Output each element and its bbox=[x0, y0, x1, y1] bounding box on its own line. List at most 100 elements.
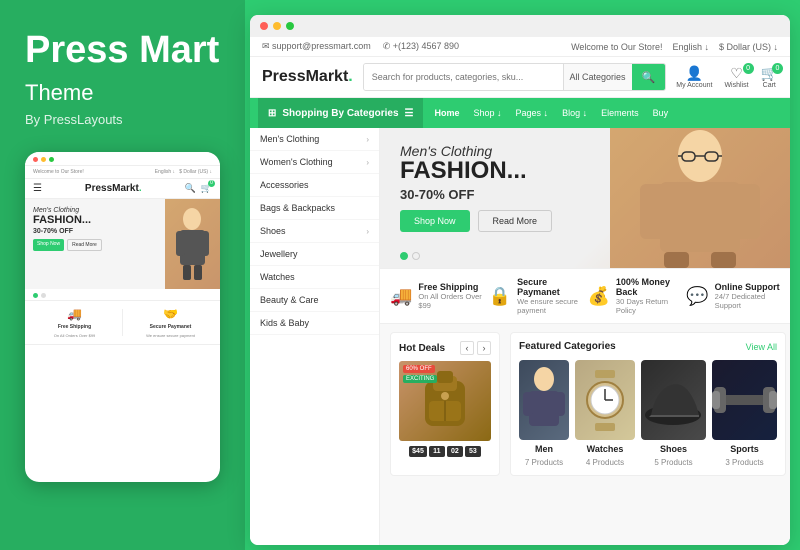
sidebar: Men's Clothing › Women's Clothing › Acce… bbox=[250, 128, 380, 545]
mobile-lang: English ↓ $ Dollar (US) ↓ bbox=[155, 169, 212, 175]
mobile-header: ☰ PressMarkt. 🔍 🛒0 bbox=[25, 179, 220, 199]
cart-action[interactable]: 🛒 0 Cart bbox=[761, 65, 778, 89]
mobile-hero-image bbox=[165, 199, 220, 289]
view-all-link[interactable]: View All bbox=[746, 342, 777, 352]
titlebar-dot-red bbox=[260, 22, 268, 30]
cat-shoes[interactable]: Shoes 5 Products bbox=[641, 360, 706, 467]
feature-moneyback-title: 100% Money Back bbox=[616, 277, 681, 297]
cat-shoes-name: Shoes bbox=[660, 444, 687, 454]
cart-label: Cart bbox=[763, 82, 776, 89]
mobile-radio-inactive bbox=[41, 293, 46, 298]
nav-blog[interactable]: Blog ↓ bbox=[556, 108, 593, 118]
sidebar-label: Jewellery bbox=[260, 249, 298, 259]
mobile-search-icon[interactable]: 🔍 bbox=[185, 183, 196, 194]
feature-shipping-sub: On All Orders Over $99 bbox=[418, 292, 483, 310]
feature-payment: 🔒 Secure Paymanet We ensure secure payme… bbox=[489, 277, 583, 315]
shop-now-button[interactable]: Shop Now bbox=[400, 210, 470, 232]
mobile-hero-italic: Men's Clothing bbox=[33, 207, 102, 214]
cat-sports[interactable]: Sports 3 Products bbox=[712, 360, 777, 467]
mobile-payment-title: Secure Paymanet bbox=[150, 324, 192, 330]
currency-select[interactable]: $ Dollar (US) ↓ bbox=[719, 42, 778, 52]
wishlist-action[interactable]: ♡ 0 Wishlist bbox=[724, 65, 748, 89]
hero-radio-dot-2 bbox=[412, 252, 420, 260]
hot-deals-nav: ‹ › bbox=[460, 341, 491, 355]
cat-men-image bbox=[519, 360, 569, 440]
mobile-cart-icon[interactable]: 🛒0 bbox=[201, 183, 212, 194]
titlebar-dot-green bbox=[286, 22, 294, 30]
sidebar-label: Kids & Baby bbox=[260, 318, 309, 328]
nav-links: Home Shop ↓ Pages ↓ Blog ↓ Elements Buy bbox=[423, 108, 679, 118]
sidebar-item-womens-clothing[interactable]: Women's Clothing › bbox=[250, 151, 379, 174]
categories-label: Shopping By Categories bbox=[282, 108, 398, 119]
mobile-titlebar bbox=[25, 152, 220, 166]
sidebar-label: Accessories bbox=[260, 180, 309, 190]
top-info-right: Welcome to Our Store! English ↓ $ Dollar… bbox=[571, 42, 778, 52]
categories-button[interactable]: ⊞ Shopping By Categories ☰ bbox=[258, 98, 423, 128]
nav-shop[interactable]: Shop ↓ bbox=[468, 108, 508, 118]
search-category-select[interactable]: All Categories bbox=[563, 64, 632, 90]
mobile-shop-now[interactable]: Shop Now bbox=[33, 239, 64, 251]
my-account-action[interactable]: 👤 My Account bbox=[676, 65, 712, 89]
featured-title: Featured Categories bbox=[519, 341, 616, 352]
feature-payment-sub: We ensure secure payment bbox=[517, 297, 582, 315]
countdown-mins: 02 bbox=[447, 446, 463, 457]
feature-moneyback: 💰 100% Money Back 30 Days Return Policy bbox=[588, 277, 682, 315]
hero-radio bbox=[400, 252, 420, 260]
deal-badge-discount: 60% OFF bbox=[403, 365, 435, 373]
nav-buy[interactable]: Buy bbox=[647, 108, 675, 118]
read-more-button[interactable]: Read More bbox=[478, 210, 553, 232]
sidebar-item-bags[interactable]: Bags & Backpacks bbox=[250, 197, 379, 220]
sidebar-item-mens-clothing[interactable]: Men's Clothing › bbox=[250, 128, 379, 151]
mobile-dot-yellow bbox=[41, 157, 46, 162]
mobile-mockup: Welcome to Our Store! English ↓ $ Dollar… bbox=[25, 152, 220, 482]
countdown: $45 11 02 53 bbox=[399, 446, 491, 457]
hot-deals-next[interactable]: › bbox=[477, 341, 491, 355]
mobile-shipping-sub: On All Orders Over $99 bbox=[54, 333, 96, 338]
feature-support-title: Online Support bbox=[715, 282, 780, 292]
mobile-banner: Men's Clothing FASHION... 30-70% OFF Sho… bbox=[25, 199, 220, 289]
sidebar-item-watches[interactable]: Watches bbox=[250, 266, 379, 289]
cat-watches[interactable]: Watches 4 Products bbox=[575, 360, 635, 467]
contact-email: ✉ support@pressmart.com bbox=[262, 41, 371, 52]
chevron-right-icon: › bbox=[366, 135, 369, 144]
nav-pages[interactable]: Pages ↓ bbox=[510, 108, 555, 118]
mobile-hamburger[interactable]: ☰ bbox=[33, 183, 42, 194]
sidebar-item-jewellery[interactable]: Jewellery bbox=[250, 243, 379, 266]
mobile-banner-text: Men's Clothing FASHION... 30-70% OFF Sho… bbox=[33, 207, 102, 251]
mobile-read-more[interactable]: Read More bbox=[67, 239, 102, 251]
feature-payment-texts: Secure Paymanet We ensure secure payment bbox=[517, 277, 582, 315]
feature-shipping-title: Free Shipping bbox=[418, 282, 483, 292]
mobile-radio-active bbox=[33, 293, 38, 298]
mobile-payment-icon: 🤝 bbox=[163, 307, 178, 321]
countdown-price: $45 bbox=[409, 446, 427, 457]
welcome-text: Welcome to Our Store! bbox=[571, 42, 662, 52]
language-select[interactable]: English ↓ bbox=[672, 42, 709, 52]
hero-image bbox=[610, 128, 790, 268]
sidebar-item-shoes[interactable]: Shoes › bbox=[250, 220, 379, 243]
contact-phone: ✆ +(123) 4567 890 bbox=[383, 41, 459, 52]
mobile-features: 🚚 Free Shipping On All Orders Over $99 🤝… bbox=[25, 300, 220, 345]
cart-badge: 0 bbox=[772, 63, 783, 74]
sidebar-label: Women's Clothing bbox=[260, 157, 333, 167]
hot-deal-image: 60% OFF EXCITING bbox=[399, 361, 491, 441]
search-button[interactable]: 🔍 bbox=[632, 64, 666, 90]
countdown-secs: 53 bbox=[465, 446, 481, 457]
brand-title: Press Mart bbox=[25, 30, 225, 72]
hot-deals-header: Hot Deals ‹ › bbox=[399, 341, 491, 355]
sidebar-item-accessories[interactable]: Accessories bbox=[250, 174, 379, 197]
cat-men-name: Men bbox=[535, 444, 553, 454]
sidebar-item-kids[interactable]: Kids & Baby bbox=[250, 312, 379, 335]
search-bar[interactable]: All Categories 🔍 bbox=[363, 63, 667, 91]
sidebar-item-beauty[interactable]: Beauty & Care bbox=[250, 289, 379, 312]
cat-watches-count: 4 Products bbox=[586, 458, 624, 467]
nav-home[interactable]: Home bbox=[428, 108, 465, 118]
featured-header: Featured Categories View All bbox=[519, 341, 777, 352]
desktop-logo: PressMarkt. bbox=[262, 68, 353, 86]
hot-deals-prev[interactable]: ‹ bbox=[460, 341, 474, 355]
nav-elements[interactable]: Elements bbox=[595, 108, 645, 118]
cat-men[interactable]: Men 7 Products bbox=[519, 360, 569, 467]
hero-bold: FASHION... bbox=[400, 159, 552, 183]
mobile-feature-shipping: 🚚 Free Shipping On All Orders Over $99 bbox=[29, 307, 120, 338]
feature-support: 💬 Online Support 24/7 Dedicated Support bbox=[686, 277, 780, 315]
search-input[interactable] bbox=[364, 64, 563, 90]
